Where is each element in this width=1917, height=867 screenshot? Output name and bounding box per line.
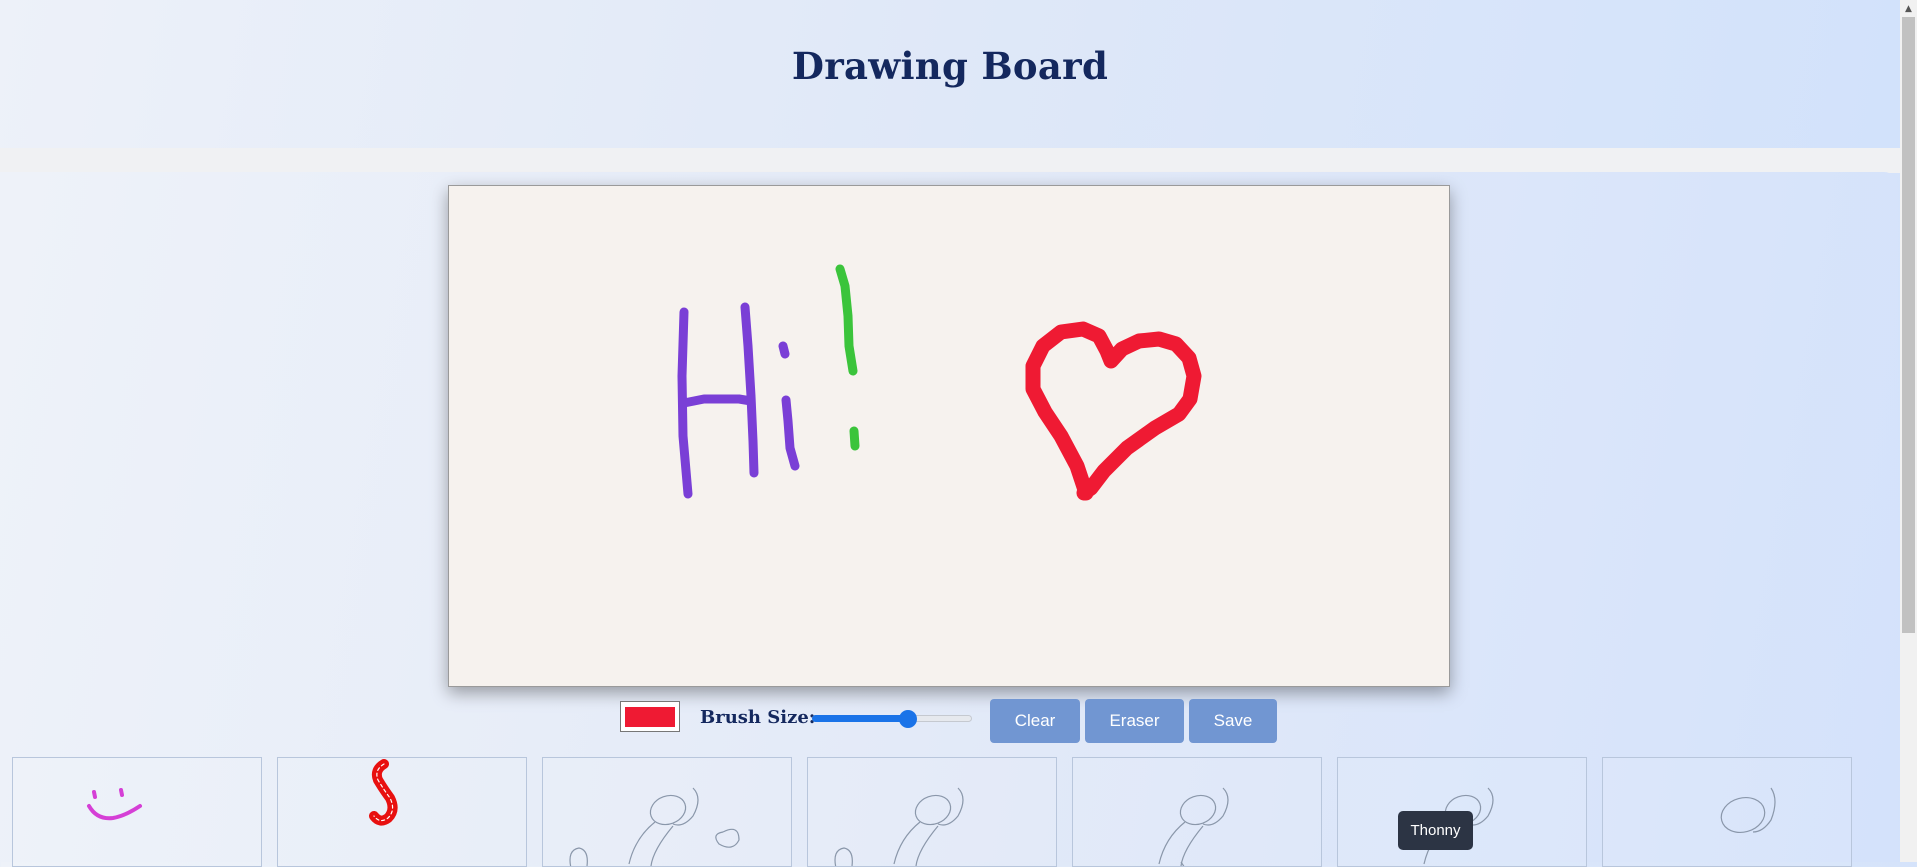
page-title: Drawing Board — [791, 44, 1109, 88]
stroke-exclamation — [835, 264, 860, 451]
page-header: Drawing Board — [0, 0, 1900, 148]
gallery-thumbnail-4[interactable] — [807, 757, 1057, 867]
gallery-thumbnail-5[interactable] — [1072, 757, 1322, 867]
canvas-drawing — [677, 264, 1202, 501]
slider-fill — [812, 715, 908, 722]
brush-size-label: Brush Size: — [700, 707, 816, 728]
drawing-canvas[interactable] — [448, 185, 1450, 687]
gallery-thumbnail-1[interactable] — [12, 757, 262, 867]
current-color-fill — [625, 706, 675, 727]
stroke-letter-h — [677, 302, 759, 499]
sketch-drawing — [1720, 787, 1776, 833]
header-divider — [0, 148, 1900, 173]
gallery-thumbnail-7[interactable] — [1602, 757, 1852, 867]
gallery-thumbnail-3[interactable] — [542, 757, 792, 867]
thumbnail-tooltip: Thonny — [1398, 811, 1473, 850]
stroke-heart — [1025, 321, 1202, 501]
stroke-letter-i — [778, 341, 800, 471]
eraser-button[interactable]: Eraser — [1085, 699, 1184, 743]
saved-drawings-gallery — [12, 757, 1912, 867]
sketch-drawing — [569, 787, 740, 866]
toolbar: Brush Size: Clear Eraser Save — [0, 699, 1900, 745]
slider-thumb[interactable] — [899, 710, 917, 728]
clear-button[interactable]: Clear — [990, 699, 1080, 743]
letter-s-drawing — [369, 759, 398, 826]
vertical-scrollbar[interactable]: ▲ — [1900, 0, 1917, 862]
color-picker[interactable] — [620, 701, 680, 732]
scroll-up-arrow-icon[interactable]: ▲ — [1900, 0, 1917, 17]
sketch-drawing — [1158, 787, 1229, 866]
scroll-thumb[interactable] — [1902, 17, 1915, 633]
gallery-thumbnail-2[interactable] — [277, 757, 527, 867]
save-button[interactable]: Save — [1189, 699, 1277, 743]
smiley-drawing — [87, 788, 142, 821]
brush-size-slider[interactable] — [812, 710, 972, 728]
sketch-drawing — [834, 787, 964, 866]
